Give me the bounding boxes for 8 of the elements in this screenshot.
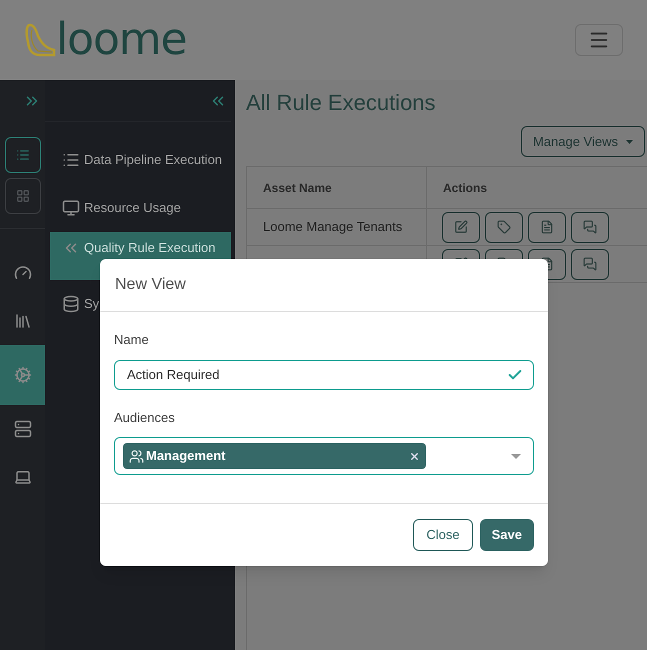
column-header: Actions: [442, 180, 488, 196]
chip-label: Management: [146, 447, 226, 466]
page-title: All Rule Executions: [246, 90, 437, 116]
column-header: Asset Name: [247, 167, 427, 208]
table-cell-text: Loome Manage Tenants: [263, 218, 402, 236]
field-label: Name: [114, 331, 149, 349]
field-label: Audiences: [114, 408, 175, 426]
logo-text: loome: [56, 20, 186, 60]
